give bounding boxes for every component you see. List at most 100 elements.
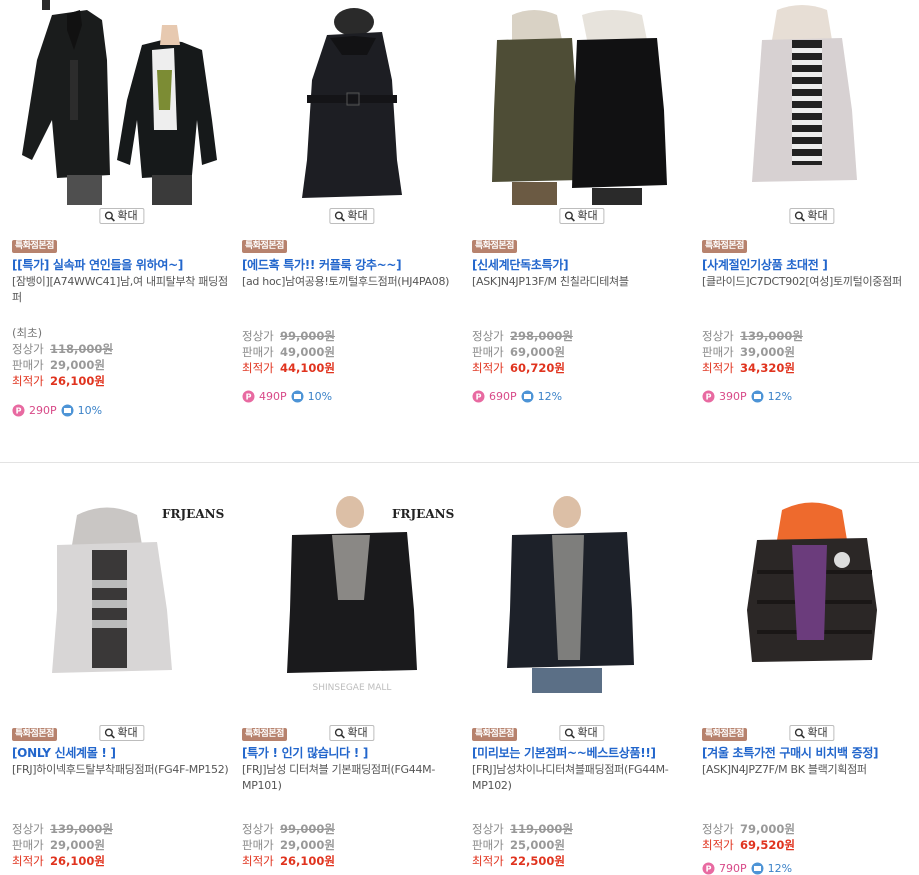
svg-text:P: P [706, 393, 712, 402]
product-image[interactable]: 확대 [702, 490, 919, 741]
zoom-button[interactable]: 확대 [99, 208, 145, 224]
product-photo[interactable] [472, 490, 692, 695]
regular-price-line: 정상가 119,000원 [472, 821, 573, 837]
product-headline[interactable]: [신세계단독초특가] [472, 257, 692, 273]
zoom-button[interactable]: 확대 [329, 208, 375, 224]
sale-price-line: 판매가 49,000원 [242, 344, 335, 360]
product-name[interactable]: [FRJ]남성차이나디터쳐블패딩점퍼(FG44M-MP102) [472, 762, 692, 794]
product-info: 특화점본점 [사계절인기상품 초대전 ] [클라이드]C7DCT902[여성]토… [702, 238, 919, 403]
store-badge: 특화점본점 [472, 240, 517, 253]
product-image[interactable]: 확대 [12, 0, 232, 224]
product-info: 특화점본점 [[특가] 실속파 연인들을 위하여~] [잠뱅이][A74WWC4… [12, 238, 232, 417]
regular-price-label: 정상가 [12, 822, 44, 836]
product-info: 특화점본점 [특가 ! 인기 많습니다 ! ] [FRJ]남성 디터쳐블 기본패… [242, 726, 462, 868]
striped-top [792, 40, 822, 165]
product-image[interactable]: FRJEANS 확대 [12, 490, 232, 741]
product-card: FRJEANS 확대 특화점본점 [ONLY 신세계몰 ! ] [FRJ]하이넥… [12, 463, 232, 868]
product-photo[interactable] [12, 0, 232, 205]
point-icon: P [242, 390, 255, 403]
product-card: 확대 특화점본점 [사계절인기상품 초대전 ] [클라이드]C7DCT902[여… [702, 0, 919, 403]
best-price-label: 최적가 [12, 854, 44, 868]
best-price: 44,100원 [280, 361, 335, 375]
store-badge: 특화점본점 [242, 728, 287, 741]
store-badge: 특화점본점 [472, 728, 517, 741]
points-value: 390P [719, 390, 747, 403]
product-headline[interactable]: [에드혹 특가!! 커플룩 강추~~] [242, 257, 462, 273]
product-headline[interactable]: [[특가] 실속파 연인들을 위하여~] [12, 257, 232, 273]
product-headline[interactable]: [사계절인기상품 초대전 ] [702, 257, 919, 273]
product-name[interactable]: [클라이드]C7DCT902[여성]토끼털이중점퍼 [702, 274, 919, 290]
regular-price-line: 정상가 99,000원 [242, 328, 335, 344]
product-name[interactable]: [FRJ]남성 디터쳐블 기본패딩점퍼(FG44M-MP101) [242, 762, 462, 794]
product-image[interactable]: 확대 [472, 490, 692, 741]
product-headline[interactable]: [ONLY 신세계몰 ! ] [12, 745, 232, 761]
price-note: (최초) [12, 326, 43, 340]
svg-text:P: P [246, 393, 252, 402]
sale-price-line: 판매가 39,000원 [702, 344, 803, 360]
product-image[interactable]: 확대 [472, 0, 692, 224]
best-price-line: 최적가 34,320원 [702, 360, 803, 376]
product-name[interactable]: [잠뱅이][A74WWC41]남,여 내피탈부착 패딩점퍼 [12, 274, 232, 306]
product-name[interactable]: [ASK]N4JPZ7F/M BK 블랙기획점퍼 [702, 762, 919, 778]
product-photo[interactable] [472, 0, 692, 205]
product-image[interactable]: 확대 [702, 0, 919, 224]
product-card: 확대 특화점본점 [에드혹 특가!! 커플룩 강추~~] [ad hoc]남여공… [242, 0, 462, 403]
benefit-row: P 390P 12% [702, 390, 792, 403]
product-headline[interactable]: [특가 ! 인기 많습니다 ! ] [242, 745, 462, 761]
price-block: 정상가 99,000원 판매가 29,000원 최적가 26,100원 [242, 821, 335, 869]
product-row-1: 확대 특화점본점 [[특가] 실속파 연인들을 위하여~] [잠뱅이][A74W… [0, 0, 919, 462]
product-photo[interactable]: FRJEANS [12, 490, 232, 695]
product-grid: 확대 특화점본점 [[특가] 실속파 연인들을 위하여~] [잠뱅이][A74W… [0, 0, 919, 875]
product-name[interactable]: [ASK]N4JP13F/M 친칠라디테쳐블 [472, 274, 692, 290]
points-value: 490P [259, 390, 287, 403]
product-info: 특화점본점 [신세계단독초특가] [ASK]N4JP13F/M 친칠라디테쳐블 … [472, 238, 692, 403]
zoom-label: 확대 [347, 209, 368, 222]
product-card: 확대 특화점본점 [미리보는 기본점퍼~~베스트상품!!] [FRJ]남성차이나… [472, 463, 692, 868]
point-icon: P [12, 404, 25, 417]
point-icon: P [702, 862, 715, 875]
regular-price: 139,000원 [50, 822, 113, 836]
product-photo[interactable] [702, 490, 919, 695]
best-price: 26,100원 [280, 854, 335, 868]
best-price-line: 최적가 26,100원 [242, 853, 335, 869]
discount-rate-icon [521, 390, 534, 403]
product-photo[interactable] [702, 0, 919, 205]
zoom-button[interactable]: 확대 [559, 208, 605, 224]
rate-value: 10% [307, 390, 333, 403]
product-name[interactable]: [FRJ]하이넥후드탈부착패딩점퍼(FG4F-MP152) [12, 762, 232, 778]
product-image[interactable]: FRJEANS SHINSEGAE MALL 확대 [242, 490, 462, 741]
best-price-label: 최적가 [12, 374, 44, 388]
rate-value: 12% [767, 390, 793, 403]
product-card: 확대 특화점본점 [[특가] 실속파 연인들을 위하여~] [잠뱅이][A74W… [12, 0, 232, 417]
svg-text:P: P [476, 393, 482, 402]
product-name[interactable]: [ad hoc]남여공용!토끼털후드점퍼(HJ4PA08) [242, 274, 462, 290]
product-image[interactable]: 확대 [242, 0, 462, 224]
magnifier-icon [564, 211, 575, 222]
best-price-label: 최적가 [472, 854, 504, 868]
regular-price-label: 정상가 [472, 329, 504, 343]
product-info: 특화점본점 [미리보는 기본점퍼~~베스트상품!!] [FRJ]남성차이나디터쳐… [472, 726, 692, 868]
sale-price-label: 판매가 [12, 358, 44, 372]
best-price-line: 최적가 69,520원 [702, 837, 795, 853]
sale-price-line: 판매가 69,000원 [472, 344, 573, 360]
magnifier-icon [104, 211, 115, 222]
regular-price-line: 정상가 139,000원 [12, 821, 113, 837]
regular-price-label: 정상가 [472, 822, 504, 836]
zoom-button[interactable]: 확대 [789, 208, 835, 224]
product-headline[interactable]: [미리보는 기본점퍼~~베스트상품!!] [472, 745, 692, 761]
sale-price-line: 판매가 25,000원 [472, 837, 573, 853]
regular-price: 119,000원 [510, 822, 573, 836]
sale-price-label: 판매가 [242, 345, 274, 359]
sale-price: 29,000원 [50, 358, 105, 372]
product-photo[interactable] [242, 0, 462, 205]
sale-price: 39,000원 [740, 345, 795, 359]
sale-price: 69,000원 [510, 345, 565, 359]
benefit-row: P 490P 10% [242, 390, 332, 403]
discount-rate-icon [61, 404, 74, 417]
product-photo[interactable]: FRJEANS SHINSEGAE MALL [242, 490, 462, 695]
sale-price-label: 판매가 [472, 345, 504, 359]
regular-price-label: 정상가 [702, 822, 734, 836]
product-headline[interactable]: [겨울 초특가전 구매시 비치백 증정] [702, 745, 919, 761]
price-block: (최초) 정상가 118,000원 판매가 29,000원 최적가 26,100원 [12, 325, 113, 389]
product-info: 특화점본점 [에드혹 특가!! 커플룩 강추~~] [ad hoc]남여공용!토… [242, 238, 462, 403]
